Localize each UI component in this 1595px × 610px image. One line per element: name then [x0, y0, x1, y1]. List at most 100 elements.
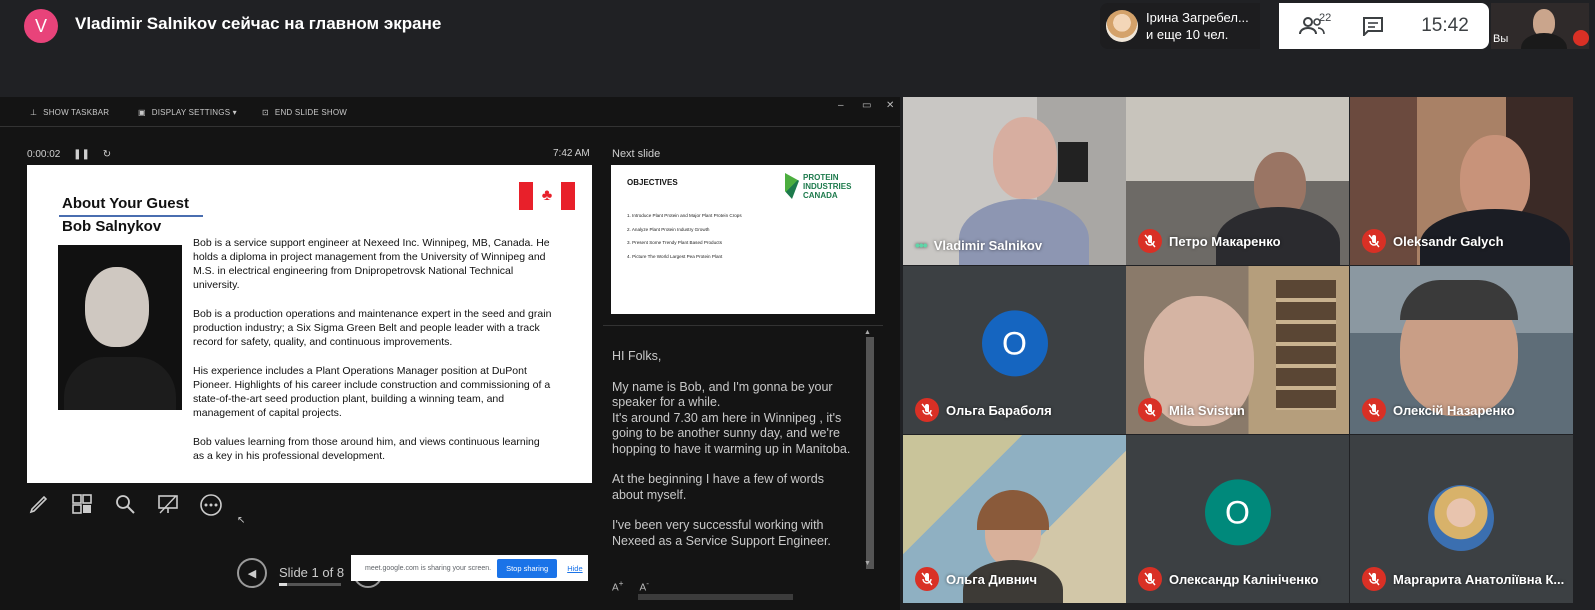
self-torso [1521, 33, 1567, 49]
bio-paragraph-2: Bob is a production operations and maint… [193, 308, 552, 348]
slide-tools [27, 493, 223, 517]
minimize-icon[interactable]: – [838, 100, 844, 111]
bio-paragraph-3: His experience includes a Plant Operatio… [193, 365, 551, 419]
participant-name: Vladimir Salnikov [933, 237, 1043, 253]
chat-button[interactable] [1345, 16, 1401, 36]
participant-avatar: O [981, 310, 1048, 377]
participant-tile[interactable]: Ольга Дивнич [903, 435, 1126, 603]
show-taskbar-label: SHOW TASKBAR [43, 108, 110, 117]
objective-item: 1. Introduce Plant Protein and Major Pla… [627, 213, 742, 218]
guest-photo [58, 245, 182, 410]
guest-photo-head [85, 267, 149, 347]
objective-item: 4. Picture The World Largest Pea Protein… [627, 253, 723, 259]
guest-name: Bob Salnykov [62, 218, 162, 235]
pen-icon[interactable] [27, 493, 51, 517]
scroll-up-icon[interactable]: ▲ [864, 329, 871, 336]
participant-tile[interactable]: O Ольга Бараболя [903, 266, 1126, 434]
self-view-tile[interactable]: Вы [1491, 3, 1589, 49]
participant-avatar: O [1204, 479, 1271, 546]
bookshelf [1276, 280, 1336, 410]
chip-line-2: и еще 10 чел. [1146, 27, 1229, 42]
people-button[interactable]: 22 [1279, 12, 1345, 36]
google-meet-window: V Vladimir Salnikov сейчас на главном эк… [0, 0, 1595, 610]
people-count: 22 [1319, 12, 1332, 24]
slide-progress-bar [279, 583, 341, 586]
zoom-icon[interactable] [113, 493, 137, 517]
participant-name-row: Олексій Назаренко [1362, 398, 1515, 422]
objective-item: 3. Present Some Trendy Plant Based Produ… [627, 240, 722, 245]
protein-industries-logo: PROTEIN INDUSTRIES CANADA [785, 173, 863, 200]
increase-font-icon[interactable]: A+ [612, 578, 624, 593]
timer-value: 0:00:02 [27, 149, 61, 160]
meeting-toolbar: 22 15:42 [1279, 3, 1489, 49]
participant-name: Олексій Назаренко [1393, 402, 1515, 418]
participant-tile[interactable]: Oleksandr Galych [1350, 97, 1573, 265]
scroll-down-icon[interactable]: ▼ [864, 560, 871, 567]
participant-name: Ольга Бараболя [946, 402, 1052, 418]
participant-name: Ольга Дивнич [946, 571, 1038, 587]
see-all-slides-icon[interactable] [70, 493, 94, 517]
horizontal-scrollbar[interactable] [638, 594, 793, 600]
mic-off-icon [1362, 398, 1386, 422]
font-size-buttons: A+ A- [612, 578, 649, 593]
participant-name-row: Маргарита Анатоліївна К... [1362, 567, 1564, 591]
stop-sharing-button[interactable]: Stop sharing [497, 558, 558, 578]
pause-icon[interactable]: ❚❚ [73, 149, 90, 160]
participant-name: Mila Svistun [1169, 402, 1245, 418]
mic-off-icon [915, 567, 939, 591]
sharing-message: meet.google.com is sharing your screen. [365, 564, 492, 572]
hide-link[interactable]: Hide [567, 564, 582, 573]
restart-icon[interactable]: ↻ [103, 149, 111, 160]
slide-timer: 0:00:02 ❚❚ ↻ [27, 149, 111, 160]
bio-paragraph-4: Bob values learning from those around hi… [193, 436, 540, 462]
display-icon: ▣ [138, 108, 146, 117]
black-screen-icon[interactable] [156, 493, 180, 517]
maple-leaf-icon: ♣ [541, 187, 553, 204]
restore-icon[interactable]: ▭ [862, 100, 871, 111]
note-paragraph: At the beginning I have a few of words a… [612, 472, 824, 502]
participant-avatar [1106, 10, 1138, 42]
slide-title: About Your Guest [62, 195, 189, 212]
meeting-clock: 15:42 [1421, 15, 1469, 36]
screen-sharing-bar: meet.google.com is sharing your screen. … [351, 555, 588, 581]
presenter-clock: 7:42 AM [553, 148, 590, 159]
next-slide-label: Next slide [612, 148, 661, 160]
notes-scrollbar[interactable] [866, 337, 874, 569]
participant-tile[interactable]: Маргарита Анатоліївна К... [1350, 435, 1573, 603]
participant-hair [1400, 280, 1518, 320]
participants-chip[interactable]: Ірина Загребел... и еще 10 чел. [1100, 3, 1260, 49]
self-label: Вы [1493, 33, 1509, 45]
participant-tile[interactable]: ••• Vladimir Salnikov [903, 97, 1126, 265]
note-paragraph: My name is Bob, and I'm gonna be your sp… [612, 379, 851, 456]
participant-name: Маргарита Анатоліївна К... [1393, 571, 1565, 587]
current-slide: About Your Guest Bob Salnykov ♣ Bob is a… [27, 165, 592, 483]
participant-tile[interactable]: Mila Svistun [1126, 266, 1349, 434]
end-slide-show-button[interactable]: ⊡ END SLIDE SHOW [262, 108, 347, 117]
next-slide-preview[interactable]: OBJECTIVES PROTEIN INDUSTRIES CANADA 1. … [611, 165, 875, 314]
display-settings-button[interactable]: ▣ DISPLAY SETTINGS ▾ [138, 108, 237, 117]
previous-slide-button[interactable]: ◀ [237, 558, 267, 588]
show-taskbar-button[interactable]: ⊥ SHOW TASKBAR [30, 108, 109, 117]
decrease-font-icon[interactable]: A- [640, 578, 649, 593]
more-options-icon[interactable] [199, 493, 223, 517]
participant-name: Олександр Калініченко [1169, 571, 1319, 587]
participant-face [993, 117, 1057, 199]
logo-text: PROTEIN INDUSTRIES CANADA [803, 173, 852, 200]
presenter-toolbar: ⊥ SHOW TASKBAR ▣ DISPLAY SETTINGS ▾ ⊡ EN… [0, 97, 900, 127]
participant-name-row: ••• Vladimir Salnikov [915, 237, 1042, 253]
slide-progress-fill [279, 583, 287, 586]
note-paragraph: I've been very successful working with N… [612, 518, 831, 548]
participant-tile[interactable]: Олексій Назаренко [1350, 266, 1573, 434]
end-show-icon: ⊡ [262, 108, 269, 117]
presenter-avatar: V [24, 9, 58, 43]
canada-flag-icon: ♣ [519, 182, 575, 210]
slide-counter: Slide 1 of 8 [279, 565, 345, 580]
bio-paragraph-1: Bob is a service support engineer at Nex… [193, 237, 550, 291]
close-icon[interactable]: ✕ [886, 100, 894, 111]
mic-off-icon [1138, 398, 1162, 422]
participant-tile[interactable]: O Олександр Калініченко [1126, 435, 1349, 603]
arrow-left-icon: ◀ [247, 567, 257, 580]
mic-off-icon [1138, 567, 1162, 591]
next-slide-title: OBJECTIVES [627, 178, 678, 187]
participant-tile[interactable]: Петро Макаренко [1126, 97, 1349, 265]
